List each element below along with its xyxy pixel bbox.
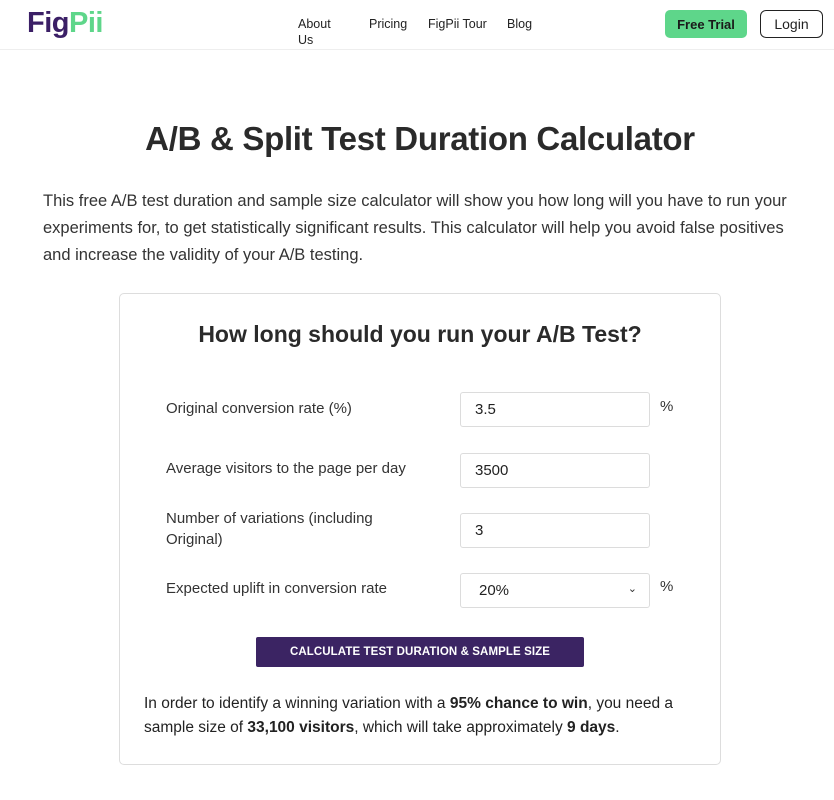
result-part-3: , which will take approximately	[354, 719, 568, 736]
login-button[interactable]: Login	[760, 10, 823, 38]
uplift-select[interactable]: 20% ⌄	[460, 573, 650, 608]
calculator-title: How long should you run your A/B Test?	[198, 321, 642, 347]
nav-link-about-us[interactable]: About Us	[298, 16, 331, 48]
logo-text-fig: Fig	[27, 7, 70, 39]
top-navbar: FigPii About Us Pricing FigPii Tour Blog…	[0, 0, 834, 50]
free-trial-button[interactable]: Free Trial	[665, 10, 747, 38]
result-sample-size: 33,100 visitors	[247, 719, 355, 736]
visitors-label: Average visitors to the page per day	[166, 460, 406, 477]
uplift-label: Expected uplift in conversion rate	[166, 580, 387, 597]
figpii-logo[interactable]: FigPii	[27, 6, 103, 40]
result-chance: 95% chance to win	[449, 695, 588, 712]
conversion-rate-unit: %	[660, 398, 674, 415]
result-days: 9 days	[567, 719, 616, 736]
chevron-down-icon: ⌄	[627, 583, 637, 595]
result-part-1: In order to identify a winning variation…	[144, 695, 450, 712]
calculator-card: How long should you run your A/B Test? O…	[119, 293, 721, 765]
nav-link-pricing[interactable]: Pricing	[369, 16, 407, 32]
variations-label: Number of variations (including Original…	[166, 510, 373, 548]
conversion-rate-label: Original conversion rate (%)	[166, 400, 352, 417]
nav-link-figpii-tour[interactable]: FigPii Tour	[428, 16, 487, 32]
uplift-selected-value: 20%	[479, 582, 510, 599]
intro-paragraph: This free A/B test duration and sample s…	[43, 192, 787, 264]
visitors-input[interactable]	[460, 453, 650, 488]
calculate-button[interactable]: CALCULATE TEST DURATION & SAMPLE SIZE	[256, 637, 584, 667]
logo-text-pii: Pii	[69, 7, 103, 39]
uplift-unit: %	[660, 578, 674, 595]
result-part-4: .	[615, 719, 620, 736]
result-text: In order to identify a winning variation…	[144, 692, 704, 740]
nav-link-blog[interactable]: Blog	[507, 16, 532, 32]
conversion-rate-input[interactable]	[460, 392, 650, 427]
page-title: A/B & Split Test Duration Calculator	[145, 120, 695, 157]
variations-input[interactable]	[460, 513, 650, 548]
